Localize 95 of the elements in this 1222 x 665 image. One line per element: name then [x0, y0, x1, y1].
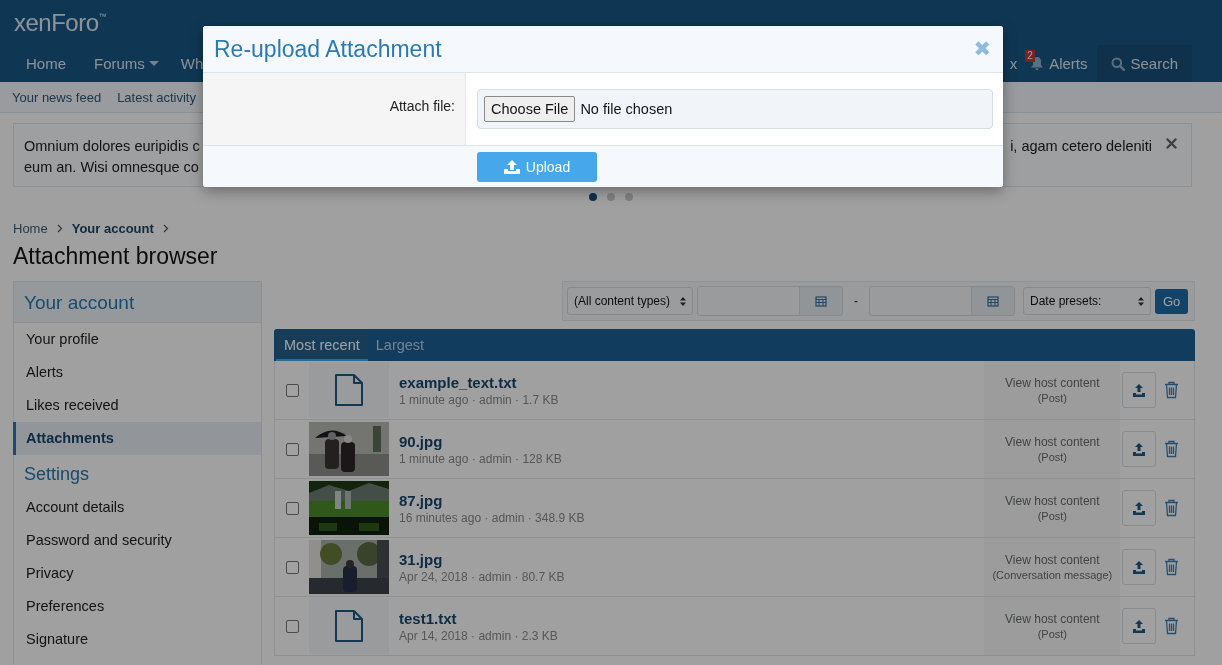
view-host-content-link[interactable]: View host content: [1005, 494, 1100, 508]
file-meta: Apr 24, 2018 · admin · 80.7 KB: [399, 569, 566, 584]
reupload-button[interactable]: [1122, 431, 1157, 467]
calendar-icon: [815, 295, 827, 307]
sidebar-item[interactable]: Account details: [13, 491, 261, 524]
caret-icon: [148, 61, 159, 66]
view-host-content-link[interactable]: View host content: [1005, 553, 1100, 567]
sidebar-item[interactable]: Attachments: [13, 422, 261, 455]
sidebar-heading: Settings: [23, 463, 91, 486]
chevron-icon: [56, 223, 63, 233]
page-title: Attachment browser: [12, 242, 219, 271]
file-meta: 1 minute ago · admin · 128 KB: [399, 451, 563, 466]
close-icon[interactable]: [1166, 138, 1177, 149]
view-host-content-link[interactable]: View host content: [1005, 612, 1100, 626]
breadcrumb-link[interactable]: Your account: [71, 220, 154, 236]
carousel-dot[interactable]: [589, 193, 597, 201]
choose-file-button[interactable]: Choose File: [484, 96, 576, 122]
carousel-dot[interactable]: [607, 193, 615, 201]
file-icon: [334, 374, 364, 406]
sidebar-item[interactable]: Alerts: [13, 356, 261, 389]
checkbox[interactable]: [285, 383, 299, 397]
host-type: (Post): [1037, 628, 1067, 640]
file-meta: 1 minute ago · admin · 1.7 KB: [399, 392, 560, 407]
field-label: Attach file:: [389, 98, 455, 116]
sidebar-item[interactable]: Privacy: [13, 557, 261, 590]
range-separator: -: [853, 294, 859, 308]
nav-tab[interactable]: x: [1009, 45, 1021, 82]
reupload-button[interactable]: [1122, 549, 1157, 585]
select-arrows-icon: [680, 296, 686, 306]
select-arrows-icon: [1138, 296, 1144, 306]
upload-icon: [1132, 501, 1147, 515]
content-type-select[interactable]: (All content types): [567, 287, 693, 315]
sidebar-item[interactable]: Password and security: [13, 524, 261, 557]
notice-text: eum an. Wisi omnesque co: [24, 158, 199, 177]
checkbox[interactable]: [285, 619, 299, 633]
calendar-icon: [987, 295, 999, 307]
trash-icon[interactable]: [1164, 381, 1180, 399]
trash-icon[interactable]: [1164, 558, 1180, 576]
upload-icon: [1132, 619, 1147, 633]
file-name-link[interactable]: example_text.txt: [399, 373, 517, 391]
file-meta: Apr 14, 2018 · admin · 2.3 KB: [399, 628, 559, 643]
search-button[interactable]: Search: [1097, 45, 1192, 82]
file-status: No file chosen: [580, 101, 673, 117]
subnav-link[interactable]: Your news feed: [6, 89, 108, 105]
file-name-link[interactable]: 87.jpg: [399, 491, 443, 509]
subnav-link[interactable]: Latest activity: [111, 89, 202, 105]
date-presets-select[interactable]: Date presets:: [1023, 287, 1151, 315]
file-icon: [334, 610, 364, 642]
tab[interactable]: Largest: [367, 329, 433, 361]
reupload-button[interactable]: [1122, 490, 1157, 526]
nav-tab[interactable]: Home: [12, 45, 80, 82]
search-icon: [1111, 56, 1126, 71]
date-field[interactable]: [697, 286, 843, 316]
upload-icon: [503, 159, 520, 174]
date-field[interactable]: [869, 286, 1015, 316]
trash-icon[interactable]: [1164, 617, 1180, 635]
chevron-icon: [162, 223, 169, 233]
view-host-content-link[interactable]: View host content: [1005, 435, 1100, 449]
reupload-button[interactable]: [1122, 372, 1157, 408]
host-type: (Conversation message): [992, 569, 1113, 581]
checkbox[interactable]: [285, 442, 299, 456]
dialog-title: Re-upload Attachment: [214, 35, 442, 63]
carousel-dot[interactable]: [625, 193, 633, 201]
alert-count: 2: [1025, 50, 1035, 62]
trash-icon[interactable]: [1164, 499, 1180, 517]
nav-tab[interactable]: Forums: [80, 45, 167, 82]
trash-icon[interactable]: [1164, 440, 1180, 458]
reupload-button[interactable]: [1122, 608, 1157, 644]
upload-button[interactable]: Upload: [477, 151, 597, 182]
notice-text: Omnium dolores euripidis c: [24, 137, 200, 156]
sidebar-item[interactable]: Your profile: [13, 323, 261, 356]
host-type: (Post): [1037, 392, 1067, 404]
sidebar-heading: Your account: [14, 282, 261, 323]
host-type: (Post): [1037, 510, 1067, 522]
file-name-link[interactable]: 31.jpg: [399, 550, 443, 568]
checkbox[interactable]: [285, 560, 299, 574]
file-meta: 16 minutes ago · admin · 348.9 KB: [399, 510, 586, 525]
sidebar-item[interactable]: Preferences: [13, 590, 261, 623]
notice-text: i, agam cetero deleniti: [1010, 137, 1152, 156]
upload-icon: [1132, 442, 1147, 456]
go-button[interactable]: Go: [1155, 288, 1189, 314]
logo[interactable]: xenForo$^{™}$: [14, 8, 107, 37]
sidebar-item[interactable]: Signature: [13, 623, 261, 656]
breadcrumb-link[interactable]: Home: [13, 220, 48, 236]
alerts-link[interactable]: Alerts: [1049, 55, 1088, 72]
view-host-content-link[interactable]: View host content: [1005, 376, 1100, 390]
file-name-link[interactable]: test1.txt: [399, 609, 457, 627]
file-input[interactable]: Choose File No file chosen: [477, 89, 993, 129]
upload-icon: [1132, 560, 1147, 574]
upload-icon: [1132, 383, 1147, 397]
sidebar-item[interactable]: Likes received: [13, 389, 261, 422]
file-name-link[interactable]: 90.jpg: [399, 432, 443, 450]
checkbox[interactable]: [285, 501, 299, 515]
tab[interactable]: Most recent: [276, 329, 368, 361]
host-type: (Post): [1037, 451, 1067, 463]
